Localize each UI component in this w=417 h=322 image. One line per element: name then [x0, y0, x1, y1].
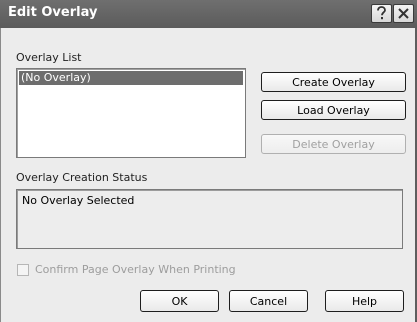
cancel-button[interactable]: Cancel: [229, 290, 308, 312]
list-item[interactable]: (No Overlay): [19, 71, 243, 85]
create-overlay-button[interactable]: Create Overlay: [261, 72, 406, 92]
close-icon: [398, 8, 409, 19]
window-title: Edit Overlay: [8, 5, 98, 20]
ok-button[interactable]: OK: [140, 290, 219, 312]
delete-overlay-button[interactable]: Delete Overlay: [261, 134, 406, 154]
edit-overlay-dialog: Edit Overlay Overlay List (No Overlay) C…: [0, 0, 417, 322]
help-button[interactable]: Help: [325, 290, 404, 312]
load-overlay-button[interactable]: Load Overlay: [261, 100, 406, 120]
close-button[interactable]: [393, 4, 414, 23]
question-mark-icon: [377, 6, 386, 20]
confirm-checkbox[interactable]: [17, 264, 29, 276]
help-title-button[interactable]: [371, 4, 392, 23]
status-box: No Overlay Selected: [16, 189, 403, 249]
confirm-checkbox-label: Confirm Page Overlay When Printing: [35, 263, 236, 276]
overlay-listbox[interactable]: (No Overlay): [16, 68, 246, 158]
overlay-list-label: Overlay List: [16, 51, 82, 64]
title-bar[interactable]: Edit Overlay: [0, 0, 417, 28]
status-text: No Overlay Selected: [22, 194, 135, 207]
status-label: Overlay Creation Status: [16, 171, 148, 184]
window-border-left: [0, 28, 1, 322]
